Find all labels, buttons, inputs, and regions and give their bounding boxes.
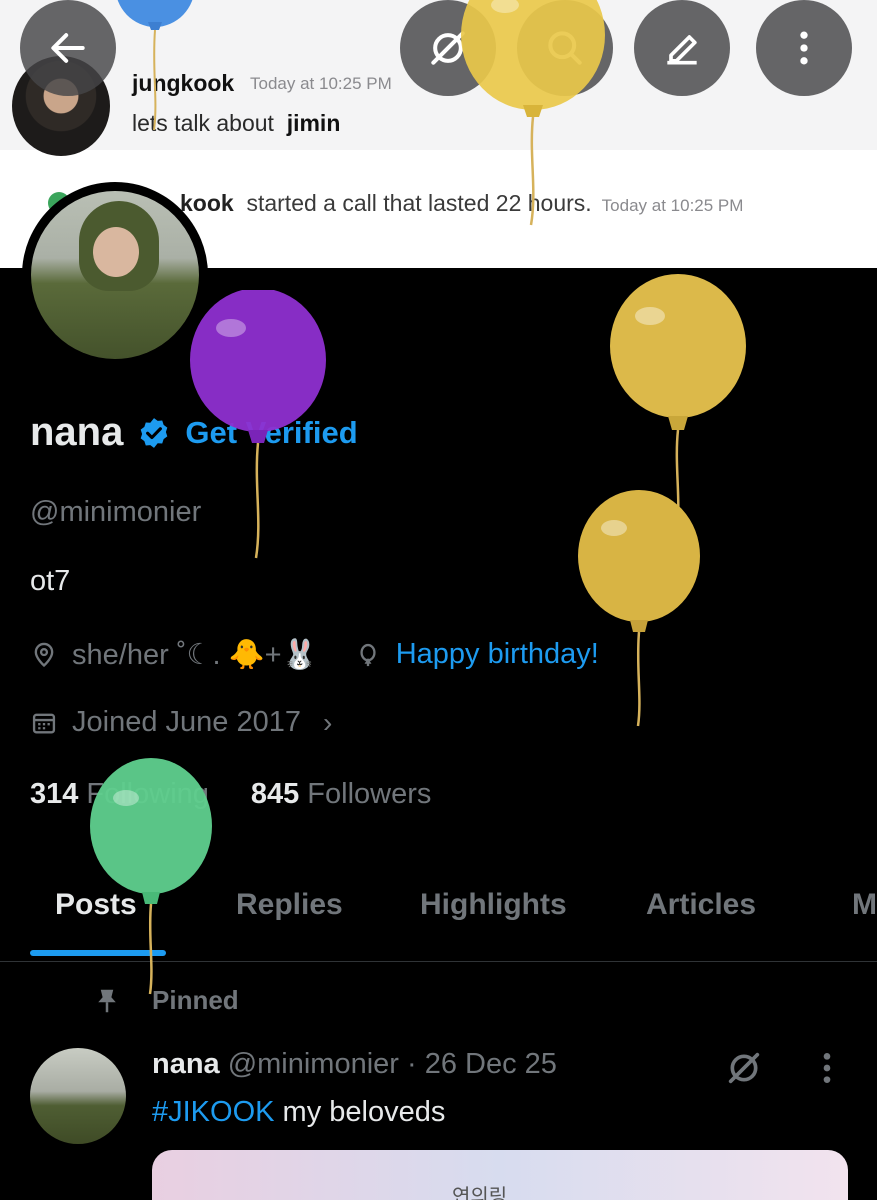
profile-avatar-image — [31, 191, 199, 359]
following-label: Following — [86, 778, 209, 810]
post-header: nana @minimonier · 26 Dec 25 — [152, 1048, 557, 1081]
tab-media[interactable]: M — [852, 888, 877, 922]
more-vertical-icon — [800, 31, 808, 65]
more-button[interactable] — [756, 0, 852, 96]
banner-message-text: lets talk about jimin — [132, 110, 340, 137]
chevron-right-icon: › — [322, 706, 333, 738]
pin-icon — [98, 989, 116, 1012]
banner-message-prefix: lets talk about — [132, 110, 274, 136]
post-author-handle[interactable]: @minimonier — [228, 1048, 399, 1080]
more-vertical-icon[interactable] — [812, 1048, 842, 1088]
banner-call-who: kook — [180, 190, 234, 216]
banner-message-mention: jimin — [286, 110, 341, 136]
followers-label: Followers — [307, 778, 432, 810]
followers-count: 845 — [250, 778, 300, 810]
post-text: #JIKOOK my beloveds — [152, 1096, 445, 1129]
edit-button[interactable] — [634, 0, 730, 96]
search-icon — [548, 31, 582, 65]
followers-stat[interactable]: 845 Followers — [251, 778, 431, 811]
balloon-icon — [360, 643, 376, 666]
profile-joined: Joined June 2017 — [72, 706, 301, 738]
grok-button[interactable] — [400, 0, 496, 96]
grok-icon — [431, 31, 465, 65]
get-verified-link[interactable]: Get Verified — [185, 415, 357, 451]
profile-handle: @minimonier — [30, 496, 202, 528]
tab-highlights[interactable]: Highlights — [420, 888, 567, 922]
profile-avatar[interactable] — [22, 182, 208, 368]
edit-icon — [667, 35, 697, 65]
banner-call-text: started a call that lasted 22 hours. — [246, 190, 592, 216]
pinned-label-row: Pinned — [92, 985, 239, 1016]
back-button[interactable] — [20, 0, 116, 96]
yellow-balloon-icon — [610, 274, 746, 541]
yellow-balloon-icon — [578, 490, 700, 727]
post-date: · 26 Dec 25 — [407, 1048, 557, 1080]
post-body: my beloveds — [274, 1096, 446, 1128]
active-tab-indicator — [30, 950, 166, 956]
tab-posts[interactable]: Posts — [55, 888, 137, 922]
profile-stats: 314 Following 845 Followers — [30, 778, 431, 811]
banner-call-time: Today at 10:25 PM — [601, 196, 744, 215]
post-author-avatar[interactable] — [30, 1048, 126, 1144]
post-media-text: 연의링 — [452, 1184, 508, 1200]
following-stat[interactable]: 314 Following — [30, 778, 209, 811]
banner-message-author: jungkook — [132, 70, 235, 96]
pinned-label: Pinned — [152, 985, 239, 1015]
profile-birthday-link[interactable]: Happy birthday! — [396, 638, 599, 671]
tab-replies[interactable]: Replies — [236, 888, 343, 922]
following-count: 314 — [30, 778, 79, 810]
profile-name: nana — [30, 410, 124, 454]
profile-name-row: nana Get Verified — [30, 410, 358, 455]
back-icon — [51, 33, 85, 63]
profile-location: she/her ˚☾. 🐥+🐰 — [72, 639, 318, 671]
profile-joined-row[interactable]: Joined June 2017 › — [30, 706, 332, 739]
post-author-name[interactable]: nana — [152, 1048, 220, 1080]
tab-articles[interactable]: Articles — [646, 888, 756, 922]
post-media-image[interactable]: 연의링 — [152, 1150, 848, 1200]
banner-message-time: Today at 10:25 PM — [250, 74, 392, 93]
search-button[interactable] — [517, 0, 613, 96]
location-pin-icon — [34, 642, 54, 667]
calendar-icon — [32, 713, 56, 733]
verified-badge-icon[interactable] — [137, 416, 171, 450]
post-hashtag[interactable]: #JIKOOK — [152, 1096, 275, 1128]
profile-bio: ot7 — [30, 565, 71, 597]
profile-tabs: Posts Replies Highlights Articles M — [0, 884, 877, 962]
profile-meta-row: she/her ˚☾. 🐥+🐰 Happy birthday! — [30, 637, 599, 672]
banner-call-line: kook started a call that lasted 22 hours… — [180, 190, 743, 217]
grok-icon[interactable] — [724, 1048, 764, 1088]
